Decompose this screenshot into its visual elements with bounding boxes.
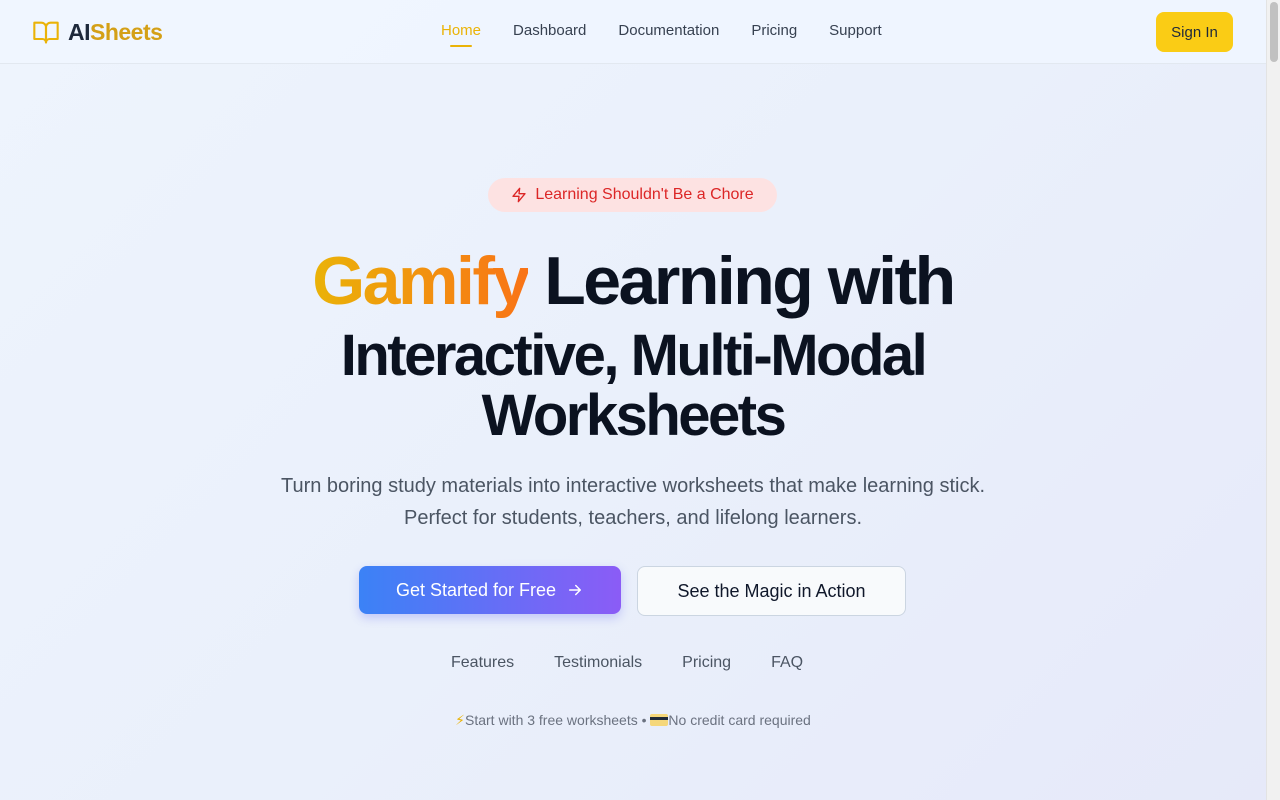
section-link-features[interactable]: Features bbox=[451, 654, 514, 672]
brand-name: AISheets bbox=[68, 18, 163, 46]
hero-badge-text: Learning Shouldn't Be a Chore bbox=[535, 186, 754, 203]
lightning-icon: ⚡ bbox=[455, 712, 465, 728]
section-link-faq[interactable]: FAQ bbox=[771, 654, 803, 672]
hero-headline-line2: Interactive, Multi-Modal bbox=[340, 323, 928, 388]
top-navbar: AISheets Home Dashboard Documentation Pr… bbox=[0, 0, 1266, 64]
zap-icon bbox=[512, 187, 526, 203]
nav-pricing[interactable]: Pricing bbox=[751, 22, 797, 39]
nav-documentation[interactable]: Documentation bbox=[618, 22, 719, 39]
nav-home[interactable]: Home bbox=[441, 22, 481, 47]
hero-headline-line1: Gamify Learning with bbox=[0, 240, 1266, 322]
nav-support[interactable]: Support bbox=[829, 22, 882, 39]
page-scrollbar[interactable] bbox=[1266, 0, 1280, 800]
book-open-icon bbox=[33, 21, 59, 44]
hero-subtitle: Turn boring study materials into interac… bbox=[280, 475, 985, 529]
headline-highlight: Gamify bbox=[312, 243, 530, 319]
landing-page: AISheets Home Dashboard Documentation Pr… bbox=[0, 0, 1266, 800]
footnote-no-card: No credit card required bbox=[668, 712, 811, 728]
headline-line1-rest: Learning with bbox=[527, 243, 956, 319]
brand-name-sheets: Sheets bbox=[90, 18, 163, 45]
section-link-testimonials[interactable]: Testimonials bbox=[554, 654, 642, 672]
nav-dashboard[interactable]: Dashboard bbox=[513, 22, 586, 39]
brand-name-ai: AI bbox=[68, 18, 91, 45]
sign-in-button[interactable]: Sign In bbox=[1156, 12, 1233, 52]
hero-footnote: ⚡Start with 3 free worksheets • No credi… bbox=[0, 712, 1266, 729]
credit-card-icon bbox=[650, 714, 669, 726]
hero-badge: Learning Shouldn't Be a Chore bbox=[488, 178, 777, 212]
footnote-free-worksheets: Start with 3 free worksheets • bbox=[465, 712, 651, 728]
section-links: Features Testimonials Pricing FAQ bbox=[451, 654, 843, 672]
hero-headline-line3: Worksheets bbox=[481, 383, 787, 448]
brand-logo[interactable]: AISheets bbox=[32, 18, 163, 46]
scrollbar-thumb[interactable] bbox=[1270, 2, 1278, 62]
see-magic-button[interactable]: See the Magic in Action bbox=[637, 566, 906, 616]
arrow-right-icon bbox=[569, 584, 582, 596]
main-nav: Home Dashboard Documentation Pricing Sup… bbox=[441, 22, 914, 47]
section-link-pricing[interactable]: Pricing bbox=[682, 654, 731, 672]
get-started-label: Get Started for Free bbox=[395, 579, 557, 600]
get-started-button[interactable]: Get Started for Free bbox=[359, 566, 621, 614]
